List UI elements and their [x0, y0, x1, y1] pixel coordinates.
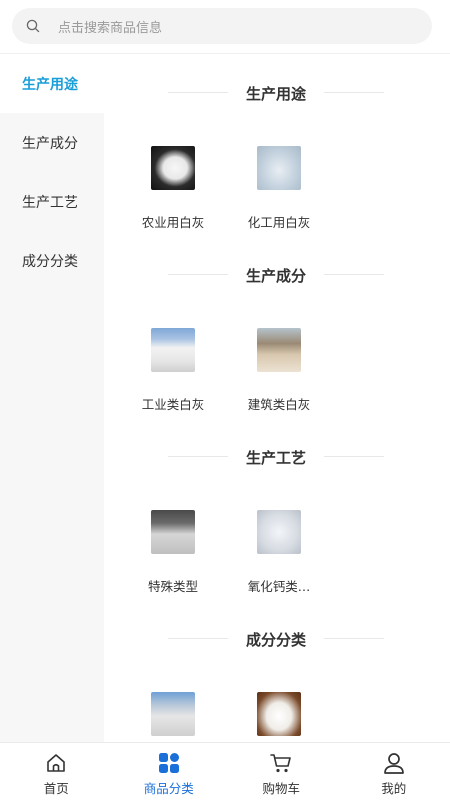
product-item[interactable]	[226, 678, 332, 742]
section-process: 生产工艺 特殊类型 氧化钙类…	[104, 418, 446, 600]
section-composition: 生产成分 工业类白灰 建筑类白灰	[104, 236, 446, 418]
product-thumbnail	[257, 510, 301, 554]
divider	[168, 274, 228, 275]
product-grid: 工业类白灰 建筑类白灰	[104, 314, 446, 418]
product-grid: 特殊类型 氧化钙类…	[104, 496, 446, 600]
tab-cart[interactable]: 购物车	[225, 743, 338, 800]
tab-home[interactable]: 首页	[0, 743, 113, 800]
product-thumbnail	[151, 510, 195, 554]
sidebar-item-classification[interactable]: 成分分类	[0, 231, 104, 290]
sidebar-item-composition[interactable]: 生产成分	[0, 113, 104, 172]
tab-label: 首页	[43, 781, 69, 796]
divider	[324, 638, 384, 639]
product-thumbnail	[151, 328, 195, 372]
product-thumbnail	[151, 146, 195, 190]
divider	[168, 92, 228, 93]
product-name: 工业类白灰	[141, 397, 205, 412]
section-header: 生产用途	[104, 54, 446, 132]
tab-profile[interactable]: 我的	[338, 743, 450, 800]
divider	[324, 274, 384, 275]
search-bar: 点击搜索商品信息	[0, 0, 450, 54]
product-thumbnail	[257, 692, 301, 736]
product-name: 建筑类白灰	[247, 397, 311, 412]
product-item[interactable]: 化工用白灰	[226, 132, 332, 236]
category-content[interactable]: 生产用途 农业用白灰 化工用白灰 生产成分 工业类白灰 建筑类白灰 生产工艺 特…	[104, 54, 446, 742]
product-name: 农业用白灰	[141, 215, 205, 230]
product-name: 化工用白灰	[247, 215, 311, 230]
product-item[interactable]: 工业类白灰	[120, 314, 226, 418]
section-header: 生产工艺	[104, 418, 446, 496]
section-classification: 成分分类	[104, 600, 446, 742]
user-icon	[382, 751, 406, 775]
section-header: 生产成分	[104, 236, 446, 314]
search-icon	[26, 18, 42, 34]
section-usage: 生产用途 农业用白灰 化工用白灰	[104, 54, 446, 236]
product-item[interactable]: 建筑类白灰	[226, 314, 332, 418]
tab-category[interactable]: 商品分类	[113, 743, 226, 800]
product-item[interactable]	[120, 678, 226, 742]
product-thumbnail	[151, 692, 195, 736]
product-item[interactable]: 氧化钙类…	[226, 496, 332, 600]
bottom-tab-bar: 首页 商品分类 购物车 我的	[0, 742, 450, 800]
product-item[interactable]: 特殊类型	[120, 496, 226, 600]
category-sidebar: 生产用途 生产成分 生产工艺 成分分类	[0, 54, 104, 742]
product-grid	[104, 678, 446, 742]
tab-label: 商品分类	[143, 781, 194, 796]
sidebar-item-process[interactable]: 生产工艺	[0, 172, 104, 231]
home-icon	[44, 751, 68, 775]
product-thumbnail	[257, 146, 301, 190]
product-item[interactable]: 农业用白灰	[120, 132, 226, 236]
section-title: 成分分类	[245, 631, 306, 649]
section-header: 成分分类	[104, 600, 446, 678]
search-placeholder: 点击搜索商品信息	[58, 20, 163, 36]
product-name: 特殊类型	[147, 579, 198, 594]
divider	[168, 638, 228, 639]
divider	[168, 456, 228, 457]
sidebar-item-usage[interactable]: 生产用途	[0, 54, 104, 113]
section-title: 生产工艺	[245, 449, 306, 467]
section-title: 生产用途	[245, 85, 306, 103]
category-icon	[157, 751, 181, 775]
product-thumbnail	[257, 328, 301, 372]
divider	[324, 92, 384, 93]
tab-label: 我的	[381, 781, 407, 796]
divider	[324, 456, 384, 457]
section-title: 生产成分	[245, 267, 306, 285]
tab-label: 购物车	[262, 781, 300, 796]
product-name: 氧化钙类…	[247, 579, 311, 594]
cart-icon	[269, 751, 293, 775]
product-grid: 农业用白灰 化工用白灰	[104, 132, 446, 236]
search-input[interactable]: 点击搜索商品信息	[12, 8, 432, 44]
